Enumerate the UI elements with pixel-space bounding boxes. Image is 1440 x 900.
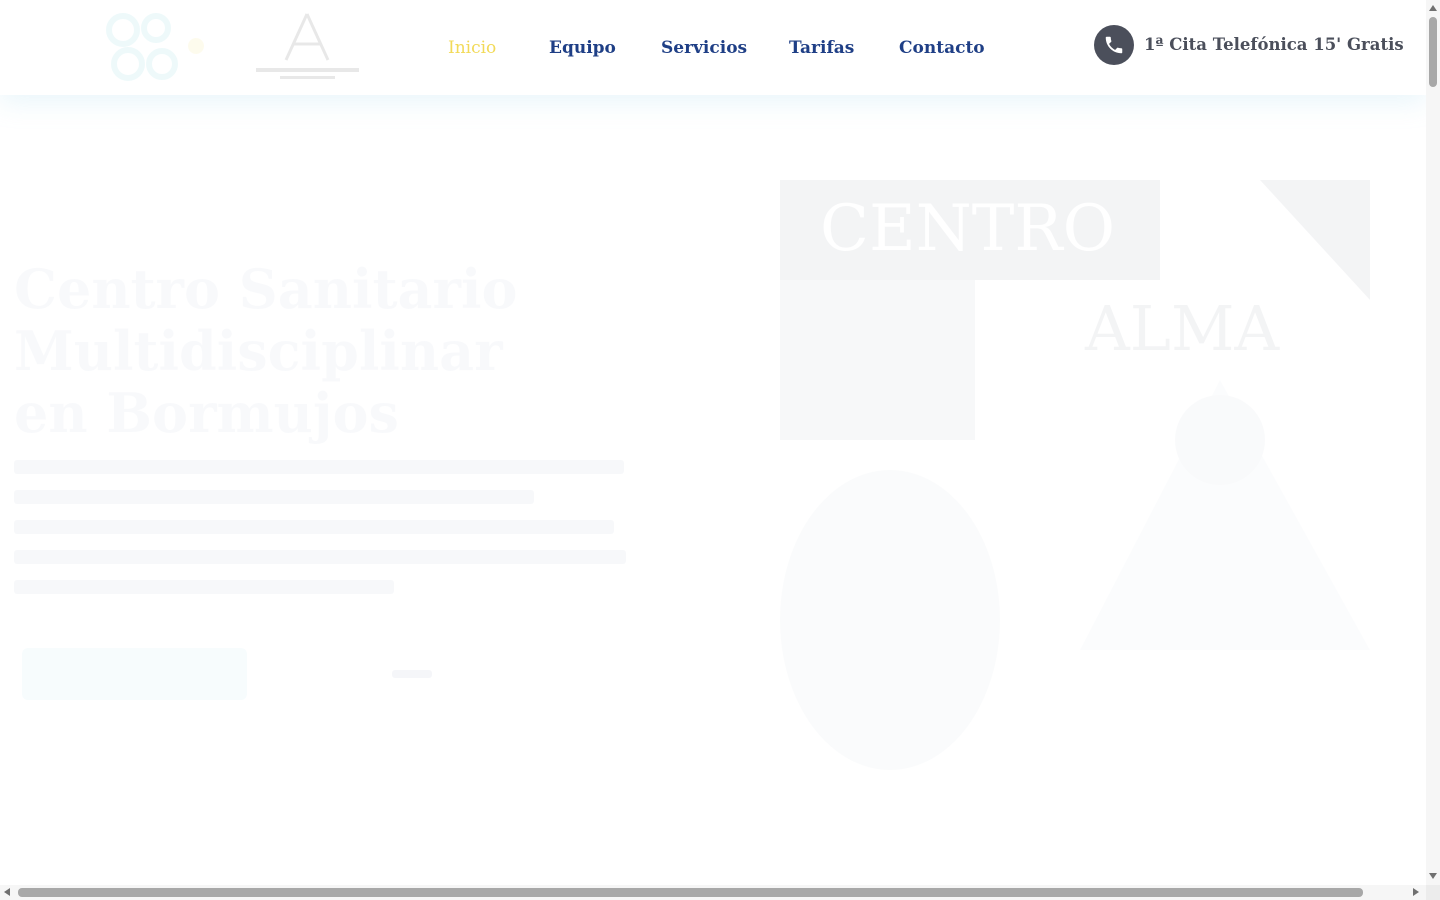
hero-image-text-middle: ALMA: [1084, 292, 1280, 365]
nav-link-tarifas[interactable]: Tarifas: [789, 36, 899, 60]
hero-image-text-top: CENTRO: [820, 192, 1115, 266]
nav-link-servicios[interactable]: Servicios: [661, 36, 789, 60]
free-call-button[interactable]: 1ª Cita Telefónica 15' Gratis: [1094, 25, 1404, 65]
phone-icon: [1105, 36, 1123, 54]
vertical-scroll-thumb[interactable]: [1429, 17, 1437, 87]
hero-secondary-link[interactable]: [392, 664, 432, 684]
nav-link-equipo[interactable]: Equipo: [549, 36, 661, 60]
scroll-left-arrow-icon[interactable]: [4, 888, 10, 896]
site-logo[interactable]: [78, 8, 213, 84]
hero-primary-button[interactable]: [22, 648, 247, 700]
page: Inicio Equipo Servicios Tarifas Contacto…: [0, 0, 1440, 900]
scroll-right-arrow-icon[interactable]: [1413, 888, 1419, 896]
horizontal-scrollbar[interactable]: [0, 885, 1426, 900]
nav-link-inicio[interactable]: Inicio: [448, 36, 549, 60]
horizontal-scroll-thumb[interactable]: [18, 888, 1363, 897]
hero-title: Centro Sanitario Multidisciplinar en Bor…: [14, 258, 574, 444]
vertical-scrollbar[interactable]: [1426, 0, 1440, 885]
phone-icon-circle: [1094, 25, 1134, 65]
hero-text-lines: [14, 452, 644, 602]
scrollbar-corner: [1426, 885, 1440, 900]
scroll-up-arrow-icon[interactable]: [1429, 5, 1437, 11]
partner-logo: [256, 13, 359, 79]
nav-link-contacto[interactable]: Contacto: [899, 36, 985, 60]
site-header: Inicio Equipo Servicios Tarifas Contacto…: [0, 0, 1426, 95]
main-nav: Inicio Equipo Servicios Tarifas Contacto: [448, 36, 985, 60]
scroll-down-arrow-icon[interactable]: [1429, 873, 1437, 879]
hero-description: [14, 452, 644, 612]
free-call-label: 1ª Cita Telefónica 15' Gratis: [1144, 34, 1404, 54]
hero-image: CENTRO ALMA: [780, 180, 1370, 770]
